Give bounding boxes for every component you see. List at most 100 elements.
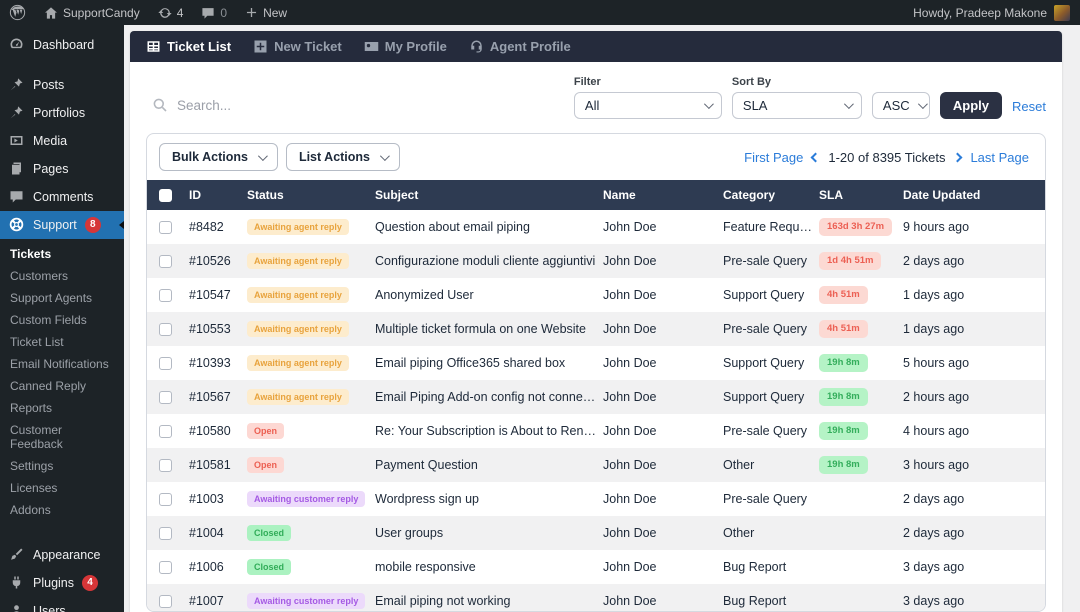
row-checkbox[interactable] xyxy=(158,526,172,540)
customer-name: John Doe xyxy=(603,458,657,472)
content-body: Filter All Sort By SLA xyxy=(130,62,1062,612)
first-page-link[interactable]: First Page xyxy=(744,150,803,165)
sidebar-item-portfolios[interactable]: Portfolios xyxy=(0,99,124,127)
tab-my-profile[interactable]: My Profile xyxy=(364,39,447,54)
ticket-row[interactable]: #10567 Awaiting agent reply Email Piping A… xyxy=(147,380,1045,414)
sidebar-item-plugins[interactable]: Plugins 4 xyxy=(0,569,124,597)
sidebar-item-appearance[interactable]: Appearance xyxy=(0,541,124,569)
submenu-item-licenses[interactable]: Licenses xyxy=(0,477,124,499)
ticket-row[interactable]: #10526 Awaiting agent reply Configurazione… xyxy=(147,244,1045,278)
updates-indicator[interactable]: 4 xyxy=(149,0,193,25)
submenu-item-support-agents[interactable]: Support Agents xyxy=(0,287,124,309)
ticket-row[interactable]: #10580 Open Re: Your Subscription is About… xyxy=(147,414,1045,448)
tab-new-ticket[interactable]: New Ticket xyxy=(253,39,342,54)
customer-name: John Doe xyxy=(603,594,657,608)
ticket-subject[interactable]: Configurazione moduli cliente aggiuntivi xyxy=(375,254,603,268)
new-content-button[interactable]: New xyxy=(236,0,296,25)
sidebar-item-dashboard[interactable]: Dashboard xyxy=(0,31,124,59)
column-header-status: Status xyxy=(247,188,284,202)
ticket-subject[interactable]: Anonymized User xyxy=(375,288,603,302)
sidebar-item-users[interactable]: Users xyxy=(0,597,124,612)
ticket-subject[interactable]: User groups xyxy=(375,526,603,540)
bulk-actions-label: Bulk Actions xyxy=(172,150,248,164)
tab-label: Ticket List xyxy=(167,39,232,54)
column-header-name: Name xyxy=(603,188,636,202)
ticket-subject[interactable]: mobile responsive xyxy=(375,560,603,574)
ticket-row[interactable]: #10393 Awaiting agent reply Email piping O… xyxy=(147,346,1045,380)
reset-link[interactable]: Reset xyxy=(1012,99,1046,119)
sort-by-select[interactable]: SLA xyxy=(731,92,862,119)
list-actions-dropdown[interactable]: List Actions xyxy=(285,143,401,171)
site-link[interactable]: SupportCandy xyxy=(35,0,149,25)
submenu-item-email-notifications[interactable]: Email Notifications xyxy=(0,353,124,375)
ticket-row[interactable]: #1006 Closed mobile responsive John Doe Bug … xyxy=(147,550,1045,584)
ticket-subject[interactable]: Wordpress sign up xyxy=(375,492,603,506)
previous-page-icon[interactable] xyxy=(810,152,821,162)
submenu-item-ticket-list[interactable]: Ticket List xyxy=(0,331,124,353)
submenu-item-addons[interactable]: Addons xyxy=(0,499,124,521)
status-badge: Awaiting agent reply xyxy=(247,388,349,406)
submenu-item-tickets[interactable]: Tickets xyxy=(0,243,124,265)
row-checkbox[interactable] xyxy=(158,594,172,608)
ticket-subject[interactable]: Email piping Office365 shared box xyxy=(375,356,603,370)
row-checkbox[interactable] xyxy=(158,390,172,404)
ticket-row[interactable]: #10553 Awaiting agent reply Multiple ticke… xyxy=(147,312,1045,346)
ticket-row[interactable]: #8482 Awaiting agent reply Question about … xyxy=(147,210,1045,244)
next-page-icon[interactable] xyxy=(953,152,963,162)
table-icon xyxy=(146,39,161,54)
comments-count: 0 xyxy=(220,5,228,20)
ticket-subject[interactable]: Email Piping Add-on config not connectin… xyxy=(375,390,603,404)
ticket-subject[interactable]: Re: Your Subscription is About to Renew xyxy=(375,424,603,438)
admin-bar-right[interactable]: Howdy, Pradeep Makone xyxy=(913,0,1080,25)
row-checkbox[interactable] xyxy=(158,424,172,438)
sort-order-select[interactable]: ASC xyxy=(871,92,930,119)
row-checkbox[interactable] xyxy=(158,322,172,336)
site-name: SupportCandy xyxy=(63,5,140,20)
submenu-item-customer-feedback[interactable]: Customer Feedback xyxy=(0,419,124,455)
media-icon xyxy=(9,133,25,149)
submenu-item-custom-fields[interactable]: Custom Fields xyxy=(0,309,124,331)
row-checkbox[interactable] xyxy=(158,560,172,574)
user-avatar xyxy=(1054,4,1070,21)
ticket-subject[interactable]: Question about email piping xyxy=(375,220,603,234)
row-checkbox[interactable] xyxy=(158,254,172,268)
ticket-row[interactable]: #1007 Awaiting customer reply Email piping… xyxy=(147,584,1045,611)
last-page-link[interactable]: Last Page xyxy=(970,150,1029,165)
row-checkbox[interactable] xyxy=(158,458,172,472)
submenu-item-reports[interactable]: Reports xyxy=(0,397,124,419)
sidebar-item-label: Portfolios xyxy=(33,106,86,120)
ticket-subject[interactable]: Multiple ticket formula on one Website xyxy=(375,322,603,336)
sidebar-item-media[interactable]: Media xyxy=(0,127,124,155)
ticket-row[interactable]: #10581 Open Payment Question John Doe Other 1… xyxy=(147,448,1045,482)
row-checkbox[interactable] xyxy=(158,356,172,370)
filter-select[interactable]: All xyxy=(573,92,722,119)
row-checkbox[interactable] xyxy=(158,288,172,302)
row-checkbox-cell xyxy=(147,254,189,268)
tab-agent-profile[interactable]: Agent Profile xyxy=(469,39,571,54)
ticket-subject[interactable]: Payment Question xyxy=(375,458,603,472)
wordpress-menu[interactable] xyxy=(0,0,35,25)
submenu-item-settings[interactable]: Settings xyxy=(0,455,124,477)
sidebar-item-comments[interactable]: Comments xyxy=(0,183,124,211)
submenu-item-customers[interactable]: Customers xyxy=(0,265,124,287)
apply-button[interactable]: Apply xyxy=(939,92,1003,119)
submenu-item-canned-reply[interactable]: Canned Reply xyxy=(0,375,124,397)
select-all-checkbox[interactable] xyxy=(158,188,172,202)
sidebar-item-pages[interactable]: Pages xyxy=(0,155,124,183)
search-input[interactable] xyxy=(177,97,477,113)
row-checkbox[interactable] xyxy=(158,220,172,234)
ticket-subject[interactable]: Email piping not working xyxy=(375,594,603,608)
ticket-row[interactable]: #1003 Awaiting customer reply Wordpress si… xyxy=(147,482,1045,516)
sidebar-item-posts[interactable]: Posts xyxy=(0,71,124,99)
ticket-row[interactable]: #1004 Closed User groups John Doe Other 2 day… xyxy=(147,516,1045,550)
ticket-row[interactable]: #10547 Awaiting agent reply Anonymized Use… xyxy=(147,278,1045,312)
row-checkbox[interactable] xyxy=(158,492,172,506)
tab-ticket-list[interactable]: Ticket List xyxy=(146,39,231,54)
chevron-down-icon xyxy=(703,99,714,110)
comments-indicator[interactable]: 0 xyxy=(192,0,236,25)
sidebar-item-support[interactable]: Support 8 xyxy=(0,211,124,239)
tab-label: New Ticket xyxy=(274,39,342,54)
bulk-actions-dropdown[interactable]: Bulk Actions xyxy=(159,143,278,171)
sidebar-item-label: Comments xyxy=(33,190,94,204)
chevron-down-icon xyxy=(843,99,854,110)
